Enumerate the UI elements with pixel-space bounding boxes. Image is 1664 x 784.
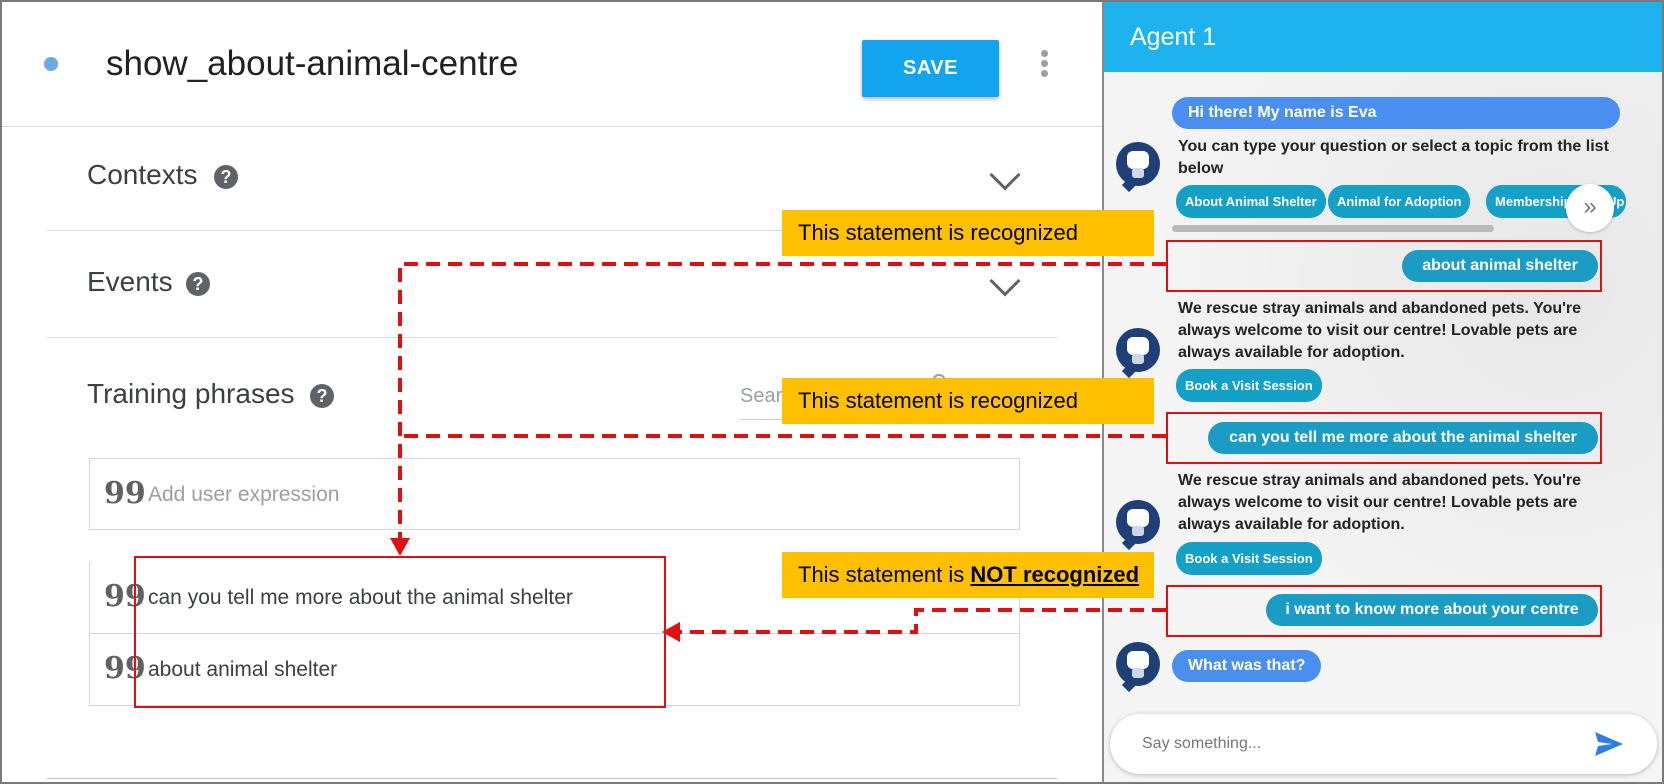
book-visit-chip[interactable]: Book a Visit Session xyxy=(1176,542,1322,575)
carousel-next-icon[interactable]: » xyxy=(1566,184,1614,232)
intent-status-dot xyxy=(44,57,58,71)
training-phrase-text[interactable]: about animal shelter xyxy=(148,658,337,682)
agent-chat-widget: Agent 1 Hi there! My name is Eva You can… xyxy=(1102,2,1662,782)
topic-chip-about-animal-shelter[interactable]: About Animal Shelter xyxy=(1176,185,1326,218)
chat-message-input[interactable] xyxy=(1140,731,1580,757)
callout-not-recognized: This statement is NOT recognized xyxy=(782,552,1154,598)
callout-recognized-2: This statement is recognized xyxy=(782,378,1154,424)
user-message-bubble: about animal shelter xyxy=(1402,250,1598,282)
callout-prefix: This statement is xyxy=(798,562,971,587)
quote-icon: 99 xyxy=(104,476,146,511)
contexts-title[interactable]: Contexts xyxy=(87,159,198,191)
events-divider xyxy=(47,337,1057,338)
bot-reply-text: We rescue stray animals and abandoned pe… xyxy=(1178,300,1582,361)
training-phrases-title: Training phrases xyxy=(87,378,295,409)
bot-intro-text: You can type your question or select a t… xyxy=(1178,138,1609,177)
add-user-expression-field[interactable]: 99 Add user expression xyxy=(89,458,1020,530)
bot-avatar-icon xyxy=(1116,500,1160,544)
send-icon[interactable] xyxy=(1594,731,1624,757)
user-message-bubble: can you tell me more about the animal sh… xyxy=(1208,422,1598,454)
bot-greeting-bubble: Hi there! My name is Eva xyxy=(1172,97,1620,129)
save-button[interactable]: SAVE xyxy=(862,40,999,97)
bot-avatar-icon xyxy=(1116,642,1160,686)
contexts-chevron-down-icon[interactable] xyxy=(989,159,1021,191)
training-phrase-row[interactable]: 99 about animal shelter xyxy=(89,634,1020,706)
training-phrases-help-icon[interactable]: ? xyxy=(310,384,334,408)
bottom-divider xyxy=(47,778,1057,779)
header-divider xyxy=(2,126,1102,127)
bot-avatar-icon xyxy=(1116,328,1160,372)
events-title[interactable]: Events xyxy=(87,266,173,298)
more-options-icon[interactable] xyxy=(1039,50,1049,80)
chips-scrollbar[interactable] xyxy=(1172,225,1494,232)
quote-icon: 99 xyxy=(104,651,146,686)
book-visit-chip[interactable]: Book a Visit Session xyxy=(1176,369,1322,402)
add-user-expression-placeholder[interactable]: Add user expression xyxy=(148,483,339,507)
chat-input-bar xyxy=(1110,714,1657,774)
bot-avatar-icon xyxy=(1116,142,1160,186)
quote-icon: 99 xyxy=(104,579,146,614)
bot-fallback-bubble: What was that? xyxy=(1172,650,1322,682)
topic-chip-animal-for-adoption[interactable]: Animal for Adoption xyxy=(1328,185,1471,218)
user-message-bubble: i want to know more about your centre xyxy=(1266,594,1598,626)
bot-reply-text: We rescue stray animals and abandoned pe… xyxy=(1178,472,1582,533)
chat-header-title: Agent 1 xyxy=(1104,2,1662,72)
training-phrase-text[interactable]: can you tell me more about the animal sh… xyxy=(148,586,573,610)
callout-emphasis: NOT recognized xyxy=(970,562,1140,587)
contexts-help-icon[interactable]: ? xyxy=(214,165,238,189)
events-chevron-down-icon[interactable] xyxy=(989,265,1021,297)
callout-recognized-1: This statement is recognized xyxy=(782,210,1154,256)
intent-title[interactable]: show_about-animal-centre xyxy=(106,44,518,84)
events-help-icon[interactable]: ? xyxy=(186,272,210,296)
